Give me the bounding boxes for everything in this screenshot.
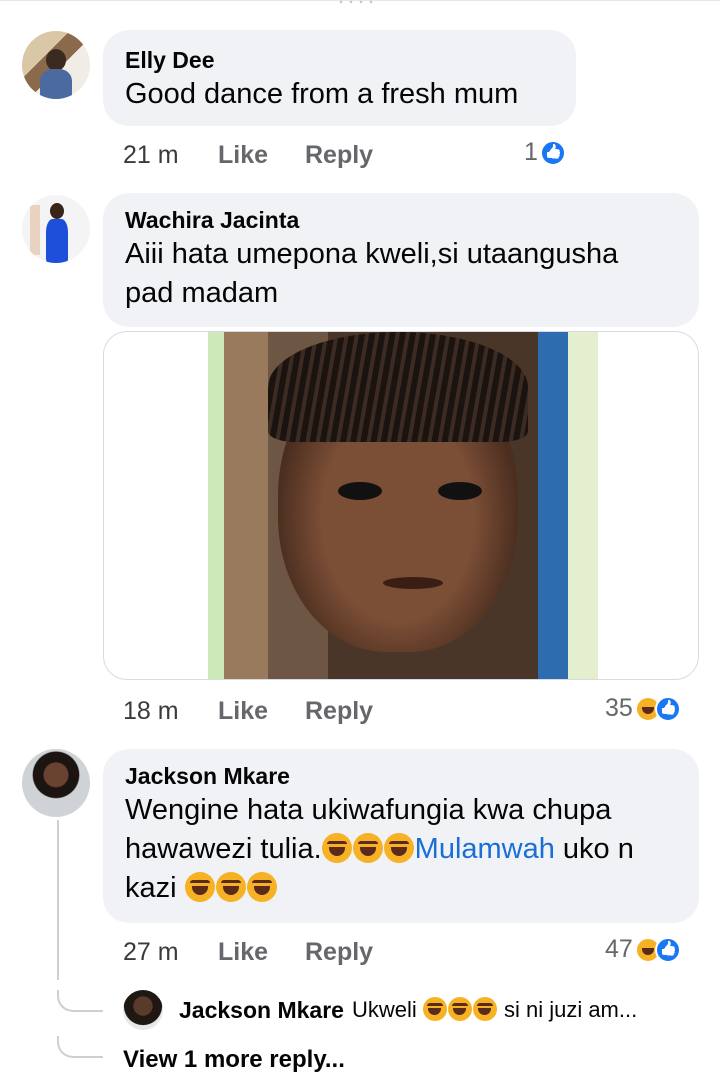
thread-branch — [57, 990, 103, 1012]
comment-bubble: Wachira Jacinta Aiii hata umepona kweli,… — [103, 193, 699, 327]
thread-branch — [57, 1036, 103, 1058]
top-dots — [336, 0, 376, 4]
photo-mouth — [383, 577, 443, 589]
like-button[interactable]: Like — [218, 697, 268, 726]
avatar[interactable] — [22, 195, 90, 263]
reply-text: Ukweli si ni juzi am... — [352, 997, 637, 1023]
reply-text-start: Ukweli — [351, 997, 423, 1022]
attached-photo[interactable] — [208, 332, 598, 679]
like-icon — [654, 695, 681, 722]
photo-eye — [338, 482, 382, 500]
laughing-emoji-icon — [246, 872, 277, 902]
comment-author[interactable]: Jackson Mkare — [125, 761, 677, 791]
comment-author[interactable]: Wachira Jacinta — [125, 205, 677, 235]
laughing-emoji-icon — [383, 833, 414, 863]
like-icon — [539, 139, 566, 166]
mention-link[interactable]: Mulamwah — [415, 833, 555, 865]
laughing-emoji-icon — [472, 997, 497, 1021]
comment-bubble: Elly Dee Good dance from a fresh mum — [103, 30, 576, 126]
reply-author[interactable]: Jackson Mkare — [179, 997, 344, 1024]
reaction-count: 47 — [605, 935, 633, 963]
like-button[interactable]: Like — [218, 141, 268, 170]
comment-text: Good dance from a fresh mum — [125, 78, 519, 110]
comment-author[interactable]: Elly Dee — [125, 45, 554, 75]
laughing-emoji-icon — [215, 872, 246, 902]
timestamp[interactable]: 18 m — [123, 697, 179, 726]
reply-button[interactable]: Reply — [305, 141, 373, 170]
view-more-replies-link[interactable]: View 1 more reply... — [123, 1046, 345, 1074]
timestamp[interactable]: 27 m — [123, 938, 179, 967]
reply-preview[interactable]: Jackson Mkare Ukweli si ni juzi am... — [123, 990, 713, 1030]
like-icon — [654, 936, 681, 963]
photo-hair — [268, 332, 528, 442]
laughing-emoji-icon — [321, 833, 352, 863]
like-button[interactable]: Like — [218, 938, 268, 967]
comment-text: Wengine hata ukiwafungia kwa chupa hawaw… — [125, 791, 675, 908]
reaction-count: 35 — [605, 694, 633, 722]
reaction-summary[interactable]: 1 — [524, 138, 566, 167]
reaction-count: 1 — [524, 138, 538, 166]
laughing-emoji-icon — [422, 997, 447, 1021]
comment-attachment[interactable] — [103, 331, 699, 680]
timestamp[interactable]: 21 m — [123, 141, 179, 170]
avatar[interactable] — [22, 31, 90, 99]
reply-button[interactable]: Reply — [305, 697, 373, 726]
laughing-emoji-icon — [352, 833, 383, 863]
thread-line — [57, 820, 59, 980]
avatar[interactable] — [22, 749, 90, 817]
laughing-emoji-icon — [447, 997, 472, 1021]
photo-eye — [438, 482, 482, 500]
comment-bubble: Jackson Mkare Wengine hata ukiwafungia k… — [103, 749, 699, 923]
laughing-emoji-icon — [184, 872, 215, 902]
reaction-summary[interactable]: 47 — [605, 935, 681, 964]
comment-text: Aiii hata umepona kweli,si utaangusha pa… — [125, 238, 619, 309]
reply-text-end: si ni juzi am... — [497, 997, 638, 1022]
avatar[interactable] — [123, 990, 163, 1030]
reply-button[interactable]: Reply — [305, 938, 373, 967]
reaction-summary[interactable]: 35 — [605, 694, 681, 723]
